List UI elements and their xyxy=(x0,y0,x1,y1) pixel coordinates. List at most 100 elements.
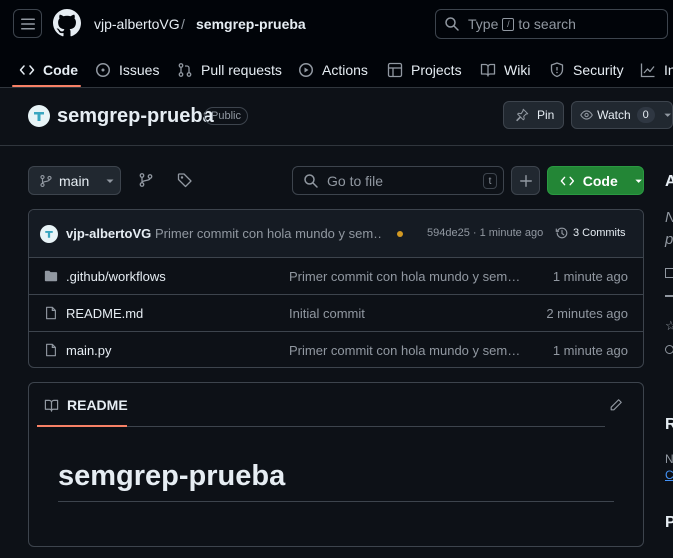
tab-label: Code xyxy=(43,62,78,78)
about-sidebar: A N p ☆ R N C P xyxy=(652,146,673,558)
file-commit-message[interactable]: Initial commit xyxy=(289,306,521,321)
repo-nav: Code Issues Pull requests Actions Projec… xyxy=(0,52,673,88)
tab-label: In xyxy=(664,62,673,78)
file-name[interactable]: main.py xyxy=(66,343,112,358)
watch-button[interactable]: Watch 0 xyxy=(571,101,673,129)
branches-link[interactable] xyxy=(138,172,154,188)
search-icon xyxy=(304,173,318,188)
shield-icon xyxy=(550,62,564,78)
tab-wiki[interactable]: Wiki xyxy=(480,52,530,88)
avatar-glyph-icon xyxy=(34,112,44,121)
commit-author-avatar[interactable] xyxy=(40,225,58,243)
chevron-down-icon xyxy=(635,179,642,183)
avatar-glyph-icon xyxy=(45,231,53,238)
tab-label: Projects xyxy=(411,62,462,78)
tab-security[interactable]: Security xyxy=(549,52,624,88)
star-icon[interactable]: ☆ xyxy=(665,318,673,334)
history-icon xyxy=(555,227,568,239)
file-age: 2 minutes ago xyxy=(546,306,628,321)
tab-code[interactable]: Code xyxy=(19,52,78,88)
tab-label: Pull requests xyxy=(201,62,282,78)
tab-label: Wiki xyxy=(504,62,531,78)
tag-icon xyxy=(177,173,192,188)
repo-title-bar: semgrep-prueba Public Pin Watch 0 xyxy=(0,88,673,146)
go-to-file-placeholder: Go to file xyxy=(327,172,384,189)
chevron-down-icon xyxy=(664,113,671,117)
tab-projects[interactable]: Projects xyxy=(387,52,462,88)
tab-insights[interactable]: In xyxy=(640,52,673,88)
branch-select-button[interactable]: main xyxy=(28,166,121,195)
plus-icon xyxy=(519,174,532,187)
code-icon xyxy=(560,176,575,185)
global-search-input[interactable]: Type / to search xyxy=(435,9,668,39)
pin-icon xyxy=(516,108,529,122)
commits-link[interactable]: 3 Commits xyxy=(555,226,626,240)
table-row[interactable]: .github/workflows Primer commit con hola… xyxy=(29,258,643,295)
about-description-line2: p xyxy=(665,231,673,248)
watchers-link-icon[interactable] xyxy=(665,345,673,354)
create-release-link[interactable]: C xyxy=(665,468,673,482)
commit-message[interactable]: Primer commit con hola mundo y sem… xyxy=(155,226,383,241)
file-age: 1 minute ago xyxy=(552,269,628,284)
global-header: vjp-albertoVG / semgrep-prueba Type / to… xyxy=(0,0,673,88)
table-row[interactable]: main.py Primer commit con hola mundo y s… xyxy=(29,332,643,367)
owner-avatar[interactable] xyxy=(28,105,50,127)
file-name[interactable]: README.md xyxy=(66,306,143,321)
commit-hash-time[interactable]: 594de25 · 1 minute ago xyxy=(427,227,543,239)
about-heading: A xyxy=(665,173,673,190)
tags-link[interactable] xyxy=(177,172,193,188)
sidebar-gutter xyxy=(652,146,653,558)
tab-label: Security xyxy=(573,62,624,78)
tab-label: Actions xyxy=(322,62,368,78)
pull-request-icon xyxy=(178,63,192,77)
active-tab-indicator xyxy=(12,85,81,87)
play-icon xyxy=(299,63,313,77)
readme-panel: README semgrep-prueba xyxy=(28,382,644,547)
repo-name[interactable]: semgrep-prueba xyxy=(57,105,214,128)
table-icon xyxy=(387,62,403,78)
branch-icon xyxy=(40,174,52,187)
go-to-file-shortcut: t xyxy=(483,173,497,189)
github-logo-icon[interactable] xyxy=(53,9,81,37)
file-age: 1 minute ago xyxy=(552,343,628,358)
add-file-button[interactable] xyxy=(511,166,540,195)
breadcrumb-owner[interactable]: vjp-albertoVG xyxy=(94,16,180,32)
chevron-down-icon xyxy=(106,179,114,183)
about-description-line1: N xyxy=(665,209,673,226)
readme-heading: semgrep-prueba xyxy=(58,460,286,492)
readme-link-icon[interactable] xyxy=(665,268,673,278)
eye-icon xyxy=(580,110,593,120)
branches-icon xyxy=(139,173,153,187)
edit-readme-button[interactable] xyxy=(609,398,623,412)
commits-count: 3 Commits xyxy=(573,227,626,239)
go-to-file-input[interactable]: Go to file t xyxy=(292,166,504,195)
graph-icon xyxy=(640,63,655,78)
tab-issues[interactable]: Issues xyxy=(95,52,159,88)
search-placeholder-before: Type xyxy=(468,16,499,32)
search-placeholder-after: to search xyxy=(518,16,576,32)
activity-link-icon[interactable] xyxy=(665,295,673,297)
search-shortcut-key: / xyxy=(502,17,515,31)
pin-button[interactable]: Pin xyxy=(503,101,564,129)
table-row[interactable]: README.md Initial commit 2 minutes ago xyxy=(29,295,643,332)
readme-heading-rule xyxy=(58,501,614,502)
commit-author[interactable]: vjp-albertoVG xyxy=(66,226,151,241)
code-button-label: Code xyxy=(582,172,618,189)
hamburger-icon xyxy=(20,18,35,29)
readme-tab[interactable]: README xyxy=(37,383,128,427)
file-commit-message[interactable]: Primer commit con hola mundo y semgrep xyxy=(289,269,521,284)
commit-status-dot[interactable] xyxy=(397,231,403,237)
breadcrumb-repo[interactable]: semgrep-prueba xyxy=(196,16,306,32)
tab-pull-requests[interactable]: Pull requests xyxy=(177,52,282,88)
latest-commit-bar: vjp-albertoVG Primer commit con hola mun… xyxy=(29,210,643,258)
pin-label: Pin xyxy=(537,108,555,122)
tab-actions[interactable]: Actions xyxy=(298,52,368,88)
issue-icon xyxy=(96,63,110,77)
watch-label: Watch xyxy=(597,108,631,122)
file-name[interactable]: .github/workflows xyxy=(66,269,166,284)
file-commit-message[interactable]: Primer commit con hola mundo y semgrep xyxy=(289,343,521,358)
pencil-icon xyxy=(610,399,622,411)
menu-button[interactable] xyxy=(13,9,42,38)
releases-heading: R xyxy=(665,416,673,433)
code-dropdown-button[interactable]: Code xyxy=(547,166,644,195)
